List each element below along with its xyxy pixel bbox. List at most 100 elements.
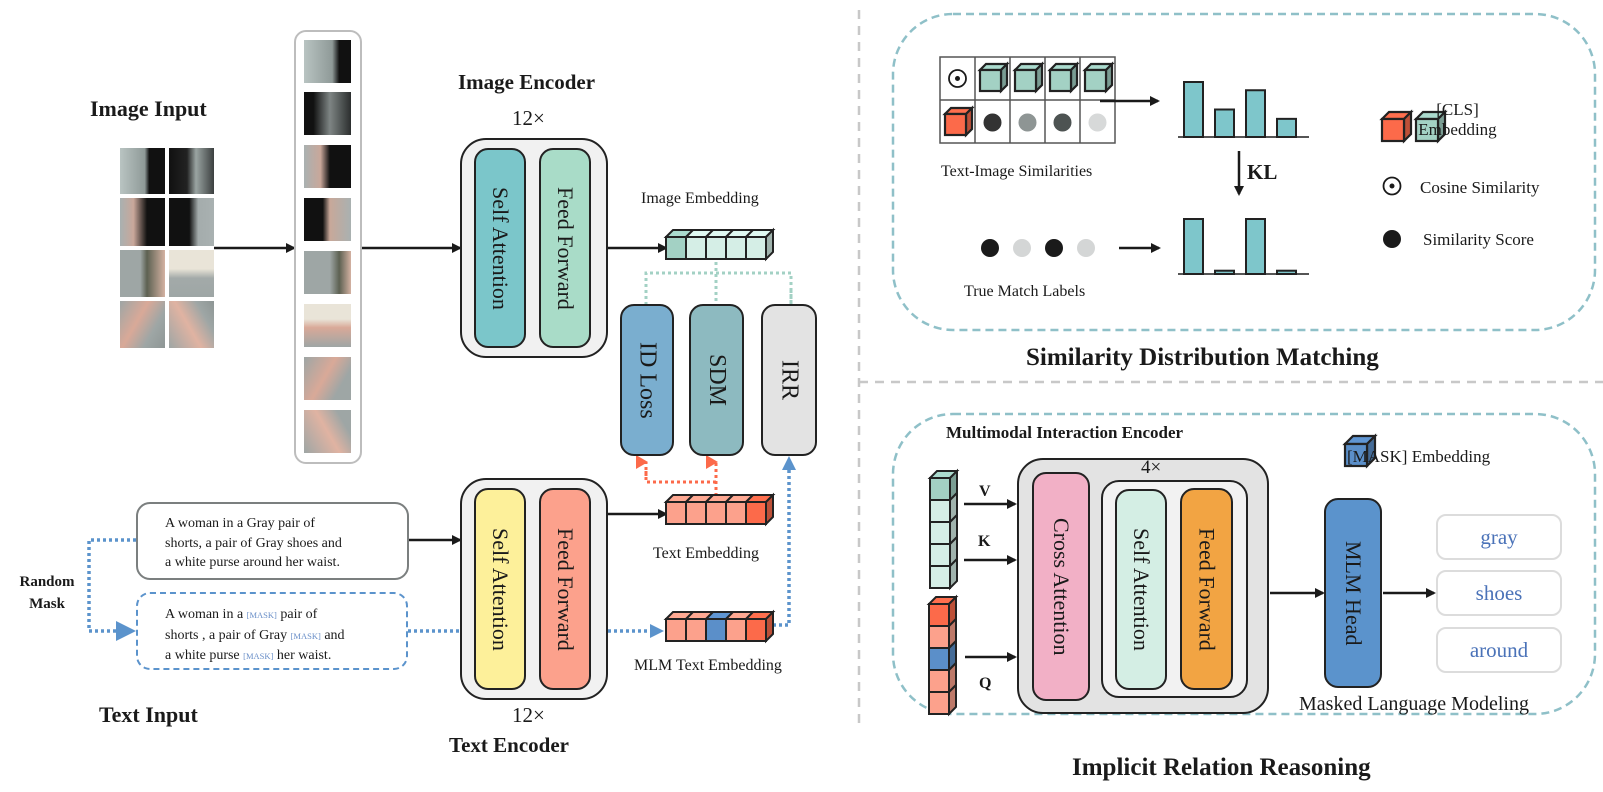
embedding-token [665,618,687,642]
embedding-token [929,477,951,501]
masked-caption-text-box[interactable]: A woman in a [MASK] pair of shorts , a p… [136,592,408,670]
similarity-bar-chart [1178,81,1309,138]
image-cls-cube [1048,68,1073,93]
similarity-score-legend-label: Similarity Score [1423,230,1534,249]
bar [1245,218,1266,275]
image-patch [304,145,351,188]
id-loss-block[interactable]: ID Loss [620,304,674,456]
mlm-label: Masked Language Modeling [1299,693,1529,715]
similarity-score-dot [1088,113,1107,132]
image-patch [304,304,351,347]
mlm-text-embedding-cubes [663,609,776,644]
irr-section-title: Implicit Relation Reasoning [1072,754,1371,781]
embedding-token [929,543,951,567]
embedding-token [705,501,727,525]
legend-text: Embedding [1418,120,1497,139]
legend-text: [CLS] [1436,100,1479,119]
caption-line: A woman in a Gray pair of [165,516,316,531]
embedding-token [685,618,707,642]
image-patch [304,92,351,135]
embedding-token [928,647,950,671]
masked-caption-line: shorts , a pair of Gray [MASK] and [165,626,406,647]
similarity-score-dot [1053,113,1072,132]
caption-text: and [320,627,345,643]
predicted-word: gray [1436,514,1562,560]
value-label: V [979,483,991,500]
kl-divergence-label: KL [1247,160,1278,184]
caption-text: pair of [276,607,318,622]
mie-block[interactable]: 4× Cross Attention Self Attention Feed F… [1017,457,1269,714]
text-embedding-cubes [663,492,776,527]
mask-token: [MASK] [290,630,321,641]
image-embedding-label: Image Embedding [641,190,759,207]
text-feed-forward: Feed Forward [539,488,591,690]
mie-feed-forward: Feed Forward [1180,488,1233,690]
image-patch [169,198,214,246]
similarity-score-dot [1018,113,1037,132]
masked-caption-line: A woman in a [MASK] pair of [165,605,406,626]
true-match-labels-label: True Match Labels [964,283,1086,300]
true-match-dots [981,239,1095,257]
image-patch [304,357,351,400]
embedding-token [685,236,707,260]
true-match-dot [1077,239,1095,257]
random-mask-label-line: Mask [29,596,65,612]
image-self-attention: Self Attention [474,148,526,348]
caption-line: a white purse around her waist. [165,555,340,570]
text-cls-legend-cube [1380,117,1406,143]
bar [1183,81,1204,138]
mask-token: [MASK] [246,610,277,620]
mlm-head-block[interactable]: MLM Head [1324,498,1382,688]
image-token-stack [927,468,960,591]
mlm-text-embedding-label: MLM Text Embedding [634,657,782,674]
text-input-title: Text Input [99,702,198,727]
image-patch [120,301,165,348]
text-cls-cube [943,112,968,137]
cosine-similarity-legend-label: Cosine Similarity [1420,178,1540,197]
image-patch [304,251,351,294]
patch-sequence [294,30,362,464]
image-patch [120,198,165,246]
mie-repeat: 4× [1141,457,1162,478]
caption-text-box[interactable]: A woman in a Gray pair of shorts, a pair… [136,502,409,580]
image-patch [304,410,351,453]
image-encoder-title: Image Encoder [458,70,596,94]
image-cls-cube [1013,68,1038,93]
true-match-dot [981,239,999,257]
random-mask-label-line: Random [19,574,75,590]
image-encoder-block[interactable]: Self Attention Feed Forward [460,138,608,358]
cross-attention: Cross Attention [1032,472,1090,701]
image-encoder-repeat: 12× [512,106,545,130]
text-encoder-repeat: 12× [512,703,545,727]
similarity-grid [939,56,1116,144]
bar [1276,269,1297,276]
masked-text-token-stack [926,594,959,717]
embedding-token [725,236,747,260]
embedding-token [745,236,767,260]
caption-line: shorts, a pair of Gray shoes and [165,535,342,551]
text-encoder-block[interactable]: Self Attention Feed Forward [460,478,608,700]
caption-text: a white purse [165,648,244,663]
image-feed-forward: Feed Forward [539,148,591,348]
bar [1214,269,1235,276]
random-mask-label: Random Mask [10,571,84,615]
bar [1183,218,1204,275]
sdm-block[interactable]: SDM [689,304,744,456]
text-self-attention: Self Attention [474,488,526,690]
mie-title: Multimodal Interaction Encoder [946,423,1184,442]
caption-text: A woman in a [165,607,247,622]
key-label: K [978,533,991,550]
image-patch [120,148,165,194]
cls-embedding-legend-label: [CLS] Embedding [1405,100,1510,140]
image-patch [304,198,351,241]
predicted-word: shoes [1436,570,1562,616]
similarity-score-dot [983,113,1002,132]
irr-block[interactable]: IRR [761,304,817,456]
mie-self-attention: Self Attention [1115,489,1167,690]
true-match-bar-chart [1178,218,1309,276]
embedding-token [745,618,767,642]
image-cls-cube [1083,68,1108,93]
embedding-token [705,236,727,260]
embedding-token [725,501,747,525]
embedding-token [928,603,950,627]
